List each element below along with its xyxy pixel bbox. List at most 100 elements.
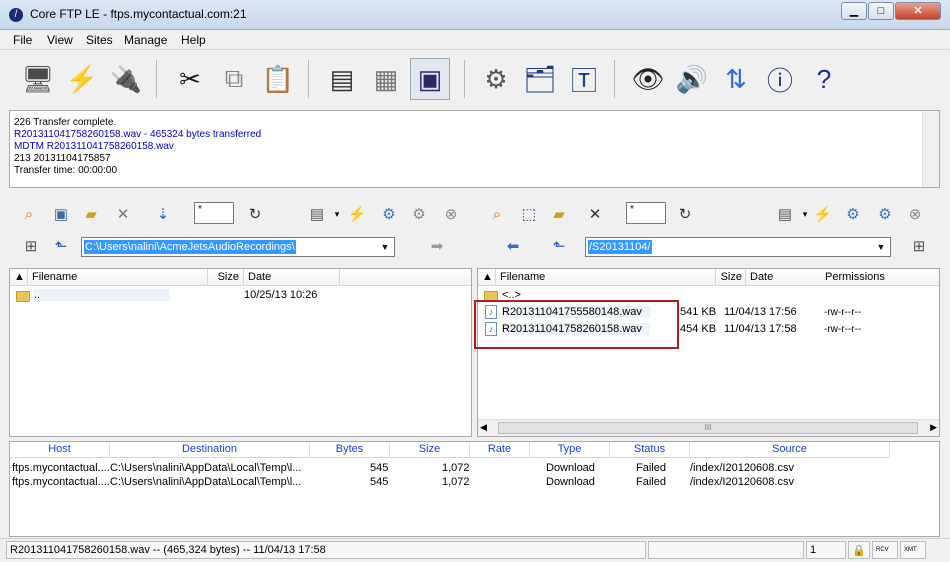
transfer-right-icon[interactable]: ➡ <box>427 236 447 256</box>
maximize-button[interactable]: □ <box>868 2 894 20</box>
remote-filter-input[interactable]: * <box>626 202 666 224</box>
remote-path-field[interactable]: /S20131104/ ▼ <box>585 237 891 257</box>
col-size[interactable]: Size <box>716 269 746 286</box>
parent-dir-name[interactable]: .. <box>34 289 170 301</box>
delete-icon[interactable]: ✕ <box>585 204 605 224</box>
log-line: MDTM R201311041758260158.wav <box>14 141 174 152</box>
plug-icon[interactable]: ⚙ <box>379 204 399 224</box>
stop-icon[interactable]: ⊗ <box>905 204 925 224</box>
view-eye-icon[interactable]: 👁 <box>628 58 668 100</box>
queue-host[interactable]: ftps.mycontactual.... <box>12 462 110 474</box>
title-bar: / Core FTP LE - ftps.mycontactual.com:21… <box>0 0 950 30</box>
local-path-field[interactable]: C:\Users\nalini\AcmeJetsAudioRecordings\… <box>81 237 395 257</box>
col-empty <box>340 269 471 286</box>
scroll-thumb[interactable]: III <box>498 422 918 434</box>
local-path-text: C:\Users\nalini\AcmeJetsAudioRecordings\ <box>84 240 296 254</box>
main-toolbar: 🖥 ⚡ 🔌 ✂ ⧉ 📋 ▤ ▦ ▣ ⚙ 🗂 🅃 👁 🔊 ⇅ ⓘ? <box>6 52 942 108</box>
sort-indicator[interactable]: ▲ <box>10 269 28 286</box>
up-folder-icon[interactable]: ⬑ <box>51 236 71 256</box>
about-logo-icon[interactable]: ⓘ <box>760 58 800 100</box>
qcol-source[interactable]: Source <box>690 442 890 458</box>
print-icon[interactable]: ▤ <box>775 204 795 224</box>
sound-icon[interactable]: 🔊 <box>672 58 712 100</box>
chevron-down-icon[interactable]: ▼ <box>377 239 393 255</box>
log-line: 226 Transfer complete. <box>14 117 117 128</box>
plug-alt-icon[interactable]: ⚙ <box>875 204 895 224</box>
text-editor-icon[interactable]: 🅃 <box>564 58 604 100</box>
qcol-host[interactable]: Host <box>10 442 110 458</box>
col-permissions[interactable]: Permissions <box>821 269 939 286</box>
col-date[interactable]: Date <box>244 269 340 286</box>
log-line: R201311041758260158.wav - 465324 bytes t… <box>14 129 262 140</box>
local-filter-input[interactable]: * <box>194 202 234 224</box>
menu-manage[interactable]: Manage <box>124 33 167 47</box>
menu-file[interactable]: File <box>13 33 32 47</box>
app-logo-icon[interactable]: / <box>9 8 23 22</box>
sync-arrows-icon[interactable]: ⇅ <box>716 58 756 100</box>
xmt-indicator: XMT <box>900 541 926 559</box>
queue-size: 1,072 <box>442 476 470 488</box>
qcol-size[interactable]: Size <box>390 442 470 458</box>
site-manager-icon[interactable]: 🖥 <box>18 58 58 100</box>
transfer-left-icon[interactable]: ⬅ <box>503 236 523 256</box>
chevron-down-icon[interactable]: ▼ <box>873 239 889 255</box>
refresh-icon[interactable]: ↻ <box>245 204 265 224</box>
view-thumbnails-icon[interactable]: ▣ <box>410 58 450 100</box>
copy-icon[interactable]: ⧉ <box>214 58 254 100</box>
plug-disabled-icon[interactable]: ⚙ <box>409 204 429 224</box>
quick-connect-icon[interactable]: ⚡ <box>62 58 102 100</box>
local-file-list: ▲ Filename Size Date .. 10/25/13 10:26 <box>9 268 472 437</box>
qcol-type[interactable]: Type <box>530 442 610 458</box>
tree-icon[interactable]: ⊞ <box>21 236 41 256</box>
paste-icon[interactable]: 📋 <box>258 58 298 100</box>
new-folder-icon[interactable]: ▰ <box>549 204 569 224</box>
log-scrollbar[interactable] <box>922 111 939 187</box>
disconnect-icon[interactable]: 🔌 <box>106 58 146 100</box>
col-filename[interactable]: Filename <box>496 269 716 286</box>
new-folder-icon[interactable]: ▰ <box>81 204 101 224</box>
qcol-bytes[interactable]: Bytes <box>310 442 390 458</box>
connect-icon[interactable]: ⚡ <box>813 204 833 224</box>
menu-sites[interactable]: Sites <box>86 33 113 47</box>
help-question-icon[interactable]: ? <box>804 58 844 100</box>
plug-icon[interactable]: ⚙ <box>843 204 863 224</box>
site-properties-icon[interactable]: 🗂 <box>520 58 560 100</box>
queue-host[interactable]: ftps.mycontactual.... <box>12 476 110 488</box>
delete-icon[interactable]: ✕ <box>113 204 133 224</box>
col-size[interactable]: Size <box>208 269 244 286</box>
view-list-icon[interactable]: ▤ <box>322 58 362 100</box>
scroll-right-icon[interactable]: ▶ <box>930 422 937 433</box>
search-icon[interactable]: ⌕ <box>19 204 39 224</box>
view-details-icon[interactable]: ▦ <box>366 58 406 100</box>
up-folder-icon[interactable]: ⬑ <box>549 236 569 256</box>
drive-icon[interactable]: ▣ <box>51 204 71 224</box>
refresh-icon[interactable]: ↻ <box>675 204 695 224</box>
qcol-status[interactable]: Status <box>610 442 690 458</box>
remote-hscrollbar[interactable]: ◀ III ▶ <box>478 419 939 436</box>
menu-view[interactable]: View <box>47 33 73 47</box>
sort-indicator[interactable]: ▲ <box>478 269 496 286</box>
col-filename[interactable]: Filename <box>28 269 208 286</box>
stop-icon[interactable]: ⊗ <box>441 204 461 224</box>
file-size: 454 KB <box>680 323 717 335</box>
chevron-down-icon[interactable]: ▾ <box>327 204 347 224</box>
qcol-rate[interactable]: Rate <box>470 442 530 458</box>
scroll-left-icon[interactable]: ◀ <box>480 422 487 433</box>
close-button[interactable]: ✕ <box>895 2 941 20</box>
minimize-button[interactable]: ▁ <box>841 2 867 20</box>
file-size: 541 KB <box>680 306 717 318</box>
menu-help[interactable]: Help <box>181 33 206 47</box>
toolbar-separator <box>614 60 615 98</box>
tree-icon[interactable]: ⊞ <box>909 236 929 256</box>
chevron-down-icon[interactable]: ▾ <box>795 204 815 224</box>
qcol-destination[interactable]: Destination <box>110 442 310 458</box>
remote-toolbar: ⌕ ⬚ ▰ ✕ * ↻ ▤ ▾ ⚡ ⚙ ⚙ ⊗ ⬅ ⬑ /S20131104/ … <box>477 194 940 268</box>
search-icon[interactable]: ⌕ <box>487 204 507 224</box>
transfer-queue: Host Destination Bytes Size Rate Type St… <box>9 441 940 537</box>
print-icon[interactable]: ▤ <box>307 204 327 224</box>
cut-icon[interactable]: ✂ <box>170 58 210 100</box>
connect-icon[interactable]: ⚡ <box>347 204 367 224</box>
sort-icon[interactable]: ⇣ <box>153 204 173 224</box>
select-icon[interactable]: ⬚ <box>519 204 539 224</box>
settings-gear-icon[interactable]: ⚙ <box>476 58 516 100</box>
